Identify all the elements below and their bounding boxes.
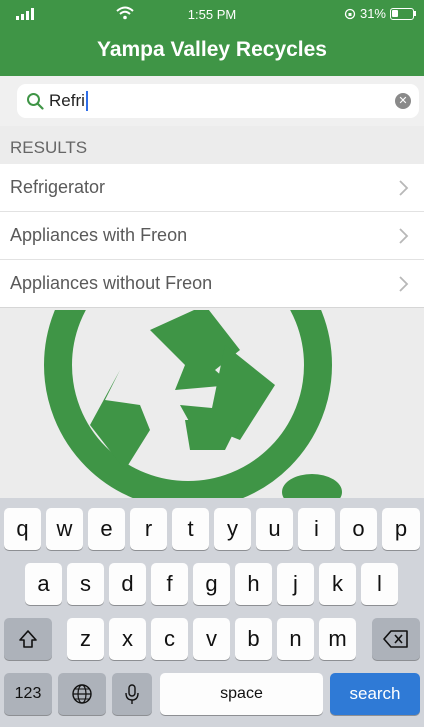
key-q[interactable]: q xyxy=(4,508,41,550)
key-k[interactable]: k xyxy=(319,563,356,605)
clear-icon[interactable]: ✕ xyxy=(395,93,411,109)
result-label: Refrigerator xyxy=(10,177,106,197)
key-u[interactable]: u xyxy=(256,508,293,550)
key-z[interactable]: z xyxy=(67,618,104,660)
key-o[interactable]: o xyxy=(340,508,377,550)
key-d[interactable]: d xyxy=(109,563,146,605)
key-f[interactable]: f xyxy=(151,563,188,605)
search-bar: Refri ✕ xyxy=(0,76,424,126)
numbers-key[interactable]: 123 xyxy=(4,673,52,715)
result-label: Appliances with Freon xyxy=(10,225,188,245)
key-h[interactable]: h xyxy=(235,563,272,605)
key-y[interactable]: y xyxy=(214,508,251,550)
key-x[interactable]: x xyxy=(109,618,146,660)
dictation-key[interactable] xyxy=(112,673,152,715)
text-cursor xyxy=(85,91,88,112)
globe-key[interactable] xyxy=(58,673,106,715)
key-a[interactable]: a xyxy=(25,563,62,605)
orientation-lock-icon xyxy=(344,8,356,19)
search-value: Refri xyxy=(49,90,85,110)
keyboard: q w e r t y u i o p a s d f g h j k l z … xyxy=(0,498,424,727)
backspace-key[interactable] xyxy=(372,618,420,660)
result-item-refrigerator[interactable]: Refrigerator xyxy=(0,164,424,212)
battery-icon xyxy=(390,7,414,20)
key-b[interactable]: b xyxy=(235,618,272,660)
page-title: Yampa Valley Recycles xyxy=(96,38,327,61)
results-list: Refrigerator Appliances with Freon Appli… xyxy=(0,164,424,308)
space-key[interactable]: space xyxy=(160,673,323,715)
recycle-logo-icon xyxy=(0,310,424,510)
key-i[interactable]: i xyxy=(298,508,335,550)
key-p[interactable]: p xyxy=(382,508,420,550)
key-t[interactable]: t xyxy=(172,508,209,550)
key-m[interactable]: m xyxy=(319,618,356,660)
key-v[interactable]: v xyxy=(193,618,230,660)
key-s[interactable]: s xyxy=(67,563,104,605)
search-key[interactable]: search xyxy=(330,673,420,715)
search-input[interactable]: Refri ✕ xyxy=(17,84,419,118)
result-item-appliances-with-freon[interactable]: Appliances with Freon xyxy=(0,212,424,260)
chevron-right-icon xyxy=(399,228,409,244)
key-l[interactable]: l xyxy=(361,563,398,605)
result-label: Appliances without Freon xyxy=(10,273,213,293)
key-e[interactable]: e xyxy=(88,508,125,550)
chevron-right-icon xyxy=(399,180,409,196)
key-j[interactable]: j xyxy=(277,563,314,605)
globe-icon xyxy=(72,684,92,704)
key-r[interactable]: r xyxy=(130,508,167,550)
chevron-right-icon xyxy=(399,276,409,292)
microphone-icon xyxy=(125,684,139,704)
key-n[interactable]: n xyxy=(277,618,314,660)
key-g[interactable]: g xyxy=(193,563,230,605)
key-w[interactable]: w xyxy=(46,508,83,550)
results-header: RESULTS xyxy=(10,138,88,157)
shift-icon xyxy=(19,630,37,648)
battery-percent: 31% xyxy=(359,6,386,21)
search-icon xyxy=(27,93,44,110)
shift-key[interactable] xyxy=(4,618,52,660)
result-item-appliances-without-freon[interactable]: Appliances without Freon xyxy=(0,260,424,308)
status-bar: 1:55 PM 31% xyxy=(0,6,424,26)
key-c[interactable]: c xyxy=(151,618,188,660)
app-header: 1:55 PM 31% Yampa Valley Recycles xyxy=(0,0,424,76)
backspace-icon xyxy=(383,630,408,648)
